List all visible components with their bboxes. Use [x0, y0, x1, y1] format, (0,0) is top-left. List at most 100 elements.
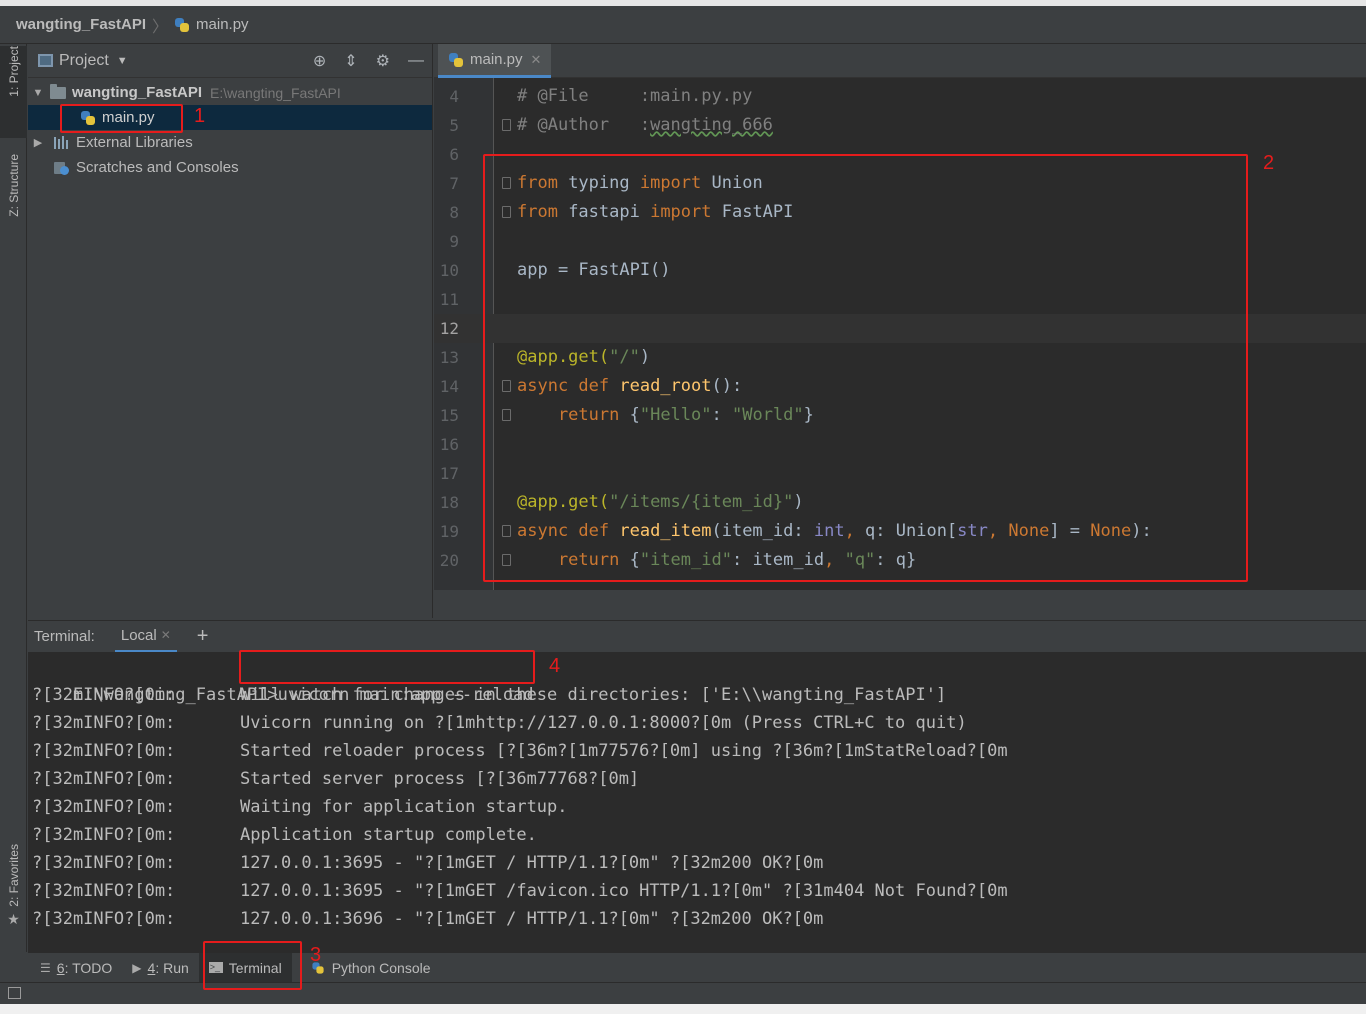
log-prefix: ?[32mINFO?[0m: — [32, 909, 176, 929]
locate-icon[interactable]: ⊕ — [313, 51, 326, 71]
log-prefix: ?[32mINFO?[0m: — [32, 797, 176, 817]
code-token: wangting_666 — [650, 115, 773, 135]
python-file-icon — [448, 52, 464, 68]
tool-tab-favorites[interactable]: 2: Favorites ★ — [0, 844, 27, 944]
terminal-log-line: ?[32mINFO?[0m: Application startup comple… — [32, 821, 537, 849]
terminal-log-line: ?[32mINFO?[0m: 127.0.0.1:3695 - "?[1mGET … — [32, 877, 1008, 905]
terminal-tab-label: Local — [120, 626, 157, 644]
log-message: 127.0.0.1:3695 - "?[1mGET /favicon.ico H… — [240, 881, 1008, 901]
line-number: 16 — [439, 435, 459, 454]
log-message: Uvicorn running on ?[1mhttp://127.0.0.1:… — [240, 713, 967, 733]
log-prefix: ?[32mINFO?[0m: — [32, 741, 176, 761]
fold-marker-icon[interactable] — [502, 119, 511, 131]
log-message: Started server process [?[36m77768?[0m] — [240, 769, 640, 789]
editor-horizontal-scrollbar[interactable] — [434, 590, 1366, 618]
list-icon: ☰ — [40, 960, 51, 975]
line-number: 7 — [449, 174, 459, 193]
tree-item-label: External Libraries — [76, 134, 193, 151]
log-prefix: ?[32mINFO?[0m: — [32, 825, 176, 845]
todo-label: : TODO — [64, 959, 113, 976]
tool-tab-favorites-label: 2: Favorites — [6, 844, 21, 907]
scratches-icon — [54, 160, 70, 176]
run-label: : Run — [155, 959, 189, 976]
tool-tab-project-label: 1: Project — [6, 46, 21, 97]
hide-icon[interactable]: — — [408, 52, 424, 70]
terminal-title: Terminal: — [34, 628, 95, 645]
breadcrumb-file[interactable]: main.py — [196, 16, 249, 33]
chevron-down-icon[interactable]: ▼ — [117, 55, 128, 67]
line-number: 15 — [439, 406, 459, 425]
editor-tab-label: main.py — [470, 51, 523, 68]
line-number: 12 — [439, 319, 459, 338]
terminal-log-line: ?[32mINFO?[0m: Waiting for application st… — [32, 793, 568, 821]
tool-tab-run[interactable]: ▶ 4: Run — [122, 953, 199, 983]
terminal-output[interactable]: E:\wangting_FastAPI>uvicorn main:app --r… — [28, 652, 1366, 952]
line-number: 18 — [439, 493, 459, 512]
tree-item-project-root[interactable]: ▼ wangting_FastAPI E:\wangting_FastAPI — [28, 80, 432, 105]
log-message: Started reloader process [?[36m?[1m77576… — [240, 741, 1008, 761]
project-root-path: E:\wangting_FastAPI — [210, 84, 341, 101]
expand-arrow-icon[interactable]: ▶ — [30, 136, 46, 149]
log-prefix: ?[32mINFO?[0m: — [32, 881, 176, 901]
code-token: # @Author : — [517, 115, 651, 135]
gear-icon[interactable]: ⚙ — [376, 51, 390, 71]
terminal-log-line: ?[32mINFO?[0m: Uvicorn running on ?[1mhtt… — [32, 709, 967, 737]
library-icon — [54, 136, 70, 149]
line-number: 19 — [439, 522, 459, 541]
line-number: 13 — [439, 348, 459, 367]
tool-tab-project[interactable]: 1: Project — [0, 46, 27, 138]
log-prefix: ?[32mINFO?[0m: — [32, 685, 176, 705]
code-line[interactable]: 5 # @Author :wangting_666 — [434, 111, 1366, 140]
folder-icon — [50, 83, 66, 99]
log-prefix: ?[32mINFO?[0m: — [32, 713, 176, 733]
tree-item-label: Scratches and Consoles — [76, 159, 239, 176]
line-number: 14 — [439, 377, 459, 396]
new-terminal-button[interactable]: + — [197, 625, 209, 648]
tree-item-scratches[interactable]: Scratches and Consoles — [28, 155, 432, 180]
project-view-selector[interactable]: Project — [59, 52, 109, 70]
breadcrumb-project[interactable]: wangting_FastAPI — [16, 16, 146, 33]
terminal-header: Terminal: Local ✕ + — [28, 620, 1366, 653]
collapse-all-icon[interactable]: ⇕ — [344, 51, 357, 71]
navigation-bar: wangting_FastAPI 〉 main.py — [0, 0, 1366, 44]
tool-tab-todo[interactable]: ☰ 6: TODO — [30, 953, 122, 983]
code-token: # @File :main.py.py — [517, 86, 753, 106]
python-console-label: Python Console — [331, 959, 431, 976]
log-message: Waiting for application startup. — [240, 797, 568, 817]
terminal-tab-local[interactable]: Local ✕ — [114, 621, 177, 653]
terminal-log-line: ?[32mINFO?[0m: Will watch for changes in … — [32, 681, 946, 709]
editor-tab-bar: main.py ✕ — [434, 44, 1366, 78]
tree-item-external-libraries[interactable]: ▶ External Libraries — [28, 130, 432, 155]
todo-mnemonic: 6 — [56, 959, 65, 976]
expand-arrow-icon[interactable]: ▼ — [30, 87, 46, 99]
line-number: 9 — [449, 232, 459, 251]
line-number: 8 — [449, 203, 459, 222]
tool-tab-structure[interactable]: Z: Structure — [0, 154, 27, 254]
annotation-box-1 — [60, 104, 183, 133]
annotation-box-4 — [239, 650, 535, 684]
window-bottom-edge — [0, 1004, 1366, 1014]
terminal-log-line: ?[32mINFO?[0m: 127.0.0.1:3695 - "?[1mGET … — [32, 849, 823, 877]
editor-tab-main-py[interactable]: main.py ✕ — [438, 44, 552, 78]
annotation-box-3 — [203, 941, 302, 990]
log-prefix: ?[32mINFO?[0m: — [32, 769, 176, 789]
line-number: 6 — [449, 145, 459, 164]
line-number: 11 — [439, 290, 459, 309]
close-tab-icon[interactable]: ✕ — [161, 628, 171, 642]
code-line[interactable]: 4 # @File :main.py.py — [434, 82, 1366, 111]
run-mnemonic: 4 — [147, 959, 156, 976]
line-number: 4 — [449, 87, 459, 106]
line-number: 20 — [439, 551, 459, 570]
toggle-tool-windows-icon[interactable] — [8, 987, 21, 999]
annotation-number-4: 4 — [549, 655, 561, 677]
play-icon: ▶ — [132, 960, 142, 975]
log-message: 127.0.0.1:3695 - "?[1mGET / HTTP/1.1?[0m… — [240, 853, 824, 873]
close-tab-icon[interactable]: ✕ — [531, 52, 542, 68]
annotation-number-1: 1 — [194, 105, 206, 127]
annotation-number-3: 3 — [310, 944, 322, 966]
log-message: 127.0.0.1:3696 - "?[1mGET / HTTP/1.1?[0m… — [240, 909, 824, 929]
annotation-number-2: 2 — [1263, 152, 1275, 174]
log-message: Will watch for changes in these director… — [240, 685, 947, 705]
star-icon: ★ — [7, 910, 20, 927]
annotation-box-2 — [483, 154, 1248, 582]
